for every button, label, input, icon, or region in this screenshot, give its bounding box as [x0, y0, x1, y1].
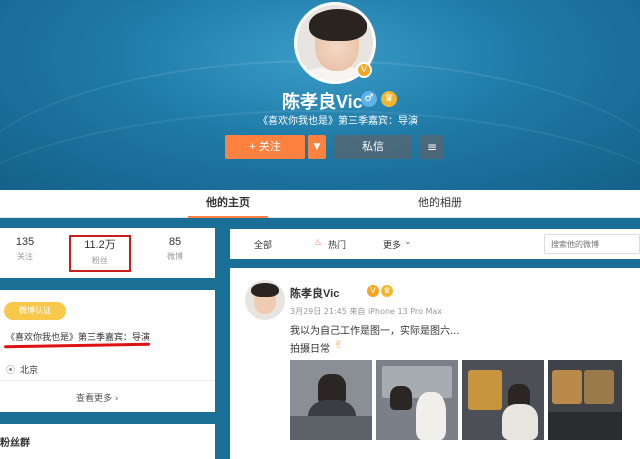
- stat-following[interactable]: 135 关注: [0, 236, 50, 262]
- dropdown-icon[interactable]: ▼: [308, 135, 326, 159]
- filter-hot[interactable]: 热门: [328, 238, 346, 251]
- post-photo-1[interactable]: [290, 360, 372, 440]
- vip-icon: V: [356, 62, 372, 78]
- stat-following-label: 关注: [17, 252, 33, 261]
- profile-tabs: 他的主页 他的相册: [0, 190, 640, 218]
- stats-card: 135 关注 11.2万 粉丝 85 微博: [0, 228, 215, 278]
- red-underline: [3, 342, 151, 349]
- info-card: 微博认证 《喜欢你我也是》第三季嘉宾：导演 ⦿ 北京 查看更多 ›: [0, 290, 215, 412]
- see-more-link[interactable]: 查看更多 ›: [76, 391, 118, 404]
- fans-group-title: 粉丝群: [0, 438, 30, 449]
- stat-following-value: 135: [15, 236, 35, 248]
- verified-badge-label: 微博认证: [19, 306, 51, 315]
- fans-group-card: 粉丝群: [0, 424, 215, 459]
- avatar-hair: [309, 9, 367, 41]
- filter-all[interactable]: 全部: [254, 238, 272, 251]
- post-photo-2[interactable]: [376, 360, 458, 440]
- search-input[interactable]: [544, 234, 640, 254]
- location-text: 北京: [20, 366, 39, 376]
- stat-posts-label: 微博: [167, 252, 183, 261]
- hot-icon: ♨: [314, 238, 323, 248]
- post-card: 陈孝良Vic V ♛ 3月29日 21:45 来自 iPhone 13 Pro …: [230, 268, 640, 459]
- tab-album[interactable]: 他的相册: [400, 190, 480, 218]
- menu-icon[interactable]: ≡: [420, 135, 444, 159]
- profile-name: 陈孝良Vic: [282, 92, 363, 112]
- filter-more[interactable]: 更多: [383, 238, 401, 251]
- post-avatar[interactable]: [245, 280, 285, 320]
- verified-icon: ♂: [361, 91, 377, 107]
- verified-text: 《喜欢你我也是》第三季嘉宾：导演: [6, 333, 151, 343]
- post-avatar-hair: [251, 283, 279, 297]
- profile-description: 《喜欢你我也是》第三季嘉宾：导演: [258, 116, 418, 127]
- highlight-box: [69, 235, 131, 272]
- profile-banner: V 陈孝良Vic ♂ ♛ 《喜欢你我也是》第三季嘉宾：导演 + 关注 ▼ 私信 …: [0, 0, 640, 190]
- post-author[interactable]: 陈孝良Vic: [290, 285, 339, 301]
- post-text-line1: 我以为自己工作是图一，实际是图六...: [290, 326, 460, 337]
- post-photo-3[interactable]: [462, 360, 544, 440]
- post-meta: 3月29日 21:45 来自 iPhone 13 Pro Max: [290, 307, 442, 316]
- stat-posts[interactable]: 85 微博: [150, 236, 200, 262]
- feed-filter-bar: 全部 ♨ 热门 更多 ⌄: [230, 229, 640, 259]
- tab-home[interactable]: 他的主页: [188, 190, 268, 218]
- location-icon: ⦿: [6, 366, 16, 376]
- crown-icon: ♛: [381, 285, 393, 297]
- message-button[interactable]: 私信: [334, 135, 412, 159]
- divider: [0, 380, 215, 381]
- post-photo-4[interactable]: [548, 360, 622, 440]
- crown-icon: ♛: [381, 91, 397, 107]
- victory-emoji-icon: ✌: [334, 338, 344, 351]
- post-text-line2: 拍摄日常: [290, 344, 330, 355]
- follow-button[interactable]: + 关注: [225, 135, 305, 159]
- vip-icon: V: [367, 285, 379, 297]
- chevron-down-icon[interactable]: ⌄: [404, 237, 412, 247]
- stat-posts-value: 85: [168, 236, 182, 248]
- verified-badge: 微博认证: [4, 302, 66, 320]
